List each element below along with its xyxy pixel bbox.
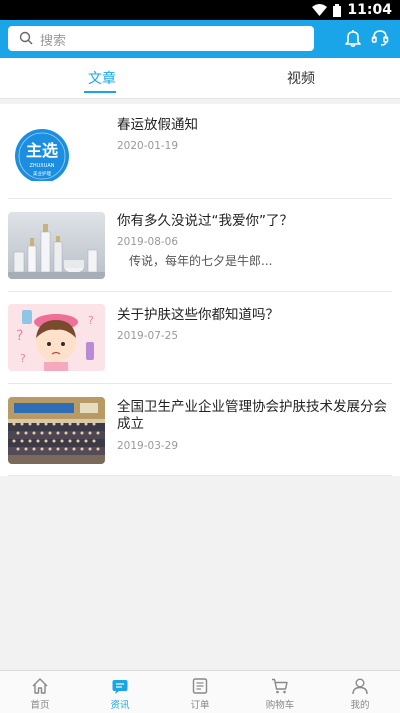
article-title: 关于护肤这些你都知道吗？ (117, 307, 279, 323)
article-title: 你有多久没说过“我爱你”了？ (117, 213, 293, 229)
nav-cart-label: 购物车 (265, 700, 295, 711)
logo-subtext: ZHUXUAN (29, 163, 54, 169)
tab-videos[interactable]: 视频 (287, 68, 315, 88)
tab-articles[interactable]: 文章 (88, 68, 116, 88)
svg-text:?: ? (16, 328, 23, 344)
article-list: 主选 ZHUXUAN 美业护理 春运放假通知 2020-01-19 你有多久没说… (0, 104, 400, 476)
nav-profile[interactable]: 我的 (320, 671, 400, 713)
nav-orders-label: 订单 (190, 700, 210, 711)
list-item[interactable]: 主选 ZHUXUAN 美业护理 春运放假通知 2020-01-19 (0, 104, 400, 199)
divider (8, 475, 392, 476)
article-title: 全国卫生产业企业管理协会护肤技术发展分会成立 (117, 399, 387, 432)
nav-orders[interactable]: 订单 (160, 671, 240, 713)
group-photo-image (8, 397, 105, 464)
search-input[interactable]: 搜索 (8, 26, 314, 51)
user-icon (352, 678, 368, 695)
wifi-icon (312, 4, 328, 16)
status-time: 11:04 (347, 2, 392, 18)
list-item[interactable]: 全国卫生产业企业管理协会护肤技术发展分会成立 2019-03-29 (0, 384, 400, 476)
nav-profile-label: 我的 (350, 700, 370, 711)
logo-text: 主选 (26, 141, 58, 160)
active-tab-indicator (84, 91, 116, 93)
article-summary: 传说，每年的七夕是牛郎... (129, 254, 273, 268)
logo-foot-text: 美业护理 (33, 170, 51, 177)
svg-text:?: ? (88, 314, 94, 327)
article-title: 春运放假通知 (117, 117, 198, 133)
nav-home[interactable]: 首页 (0, 671, 80, 713)
nav-news[interactable]: 资讯 (80, 671, 160, 713)
article-thumbnail: 主选 ZHUXUAN 美业护理 (8, 114, 105, 181)
status-icons: 11:04 (312, 2, 392, 18)
svg-text:?: ? (20, 352, 26, 365)
nav-cart[interactable]: 购物车 (240, 671, 320, 713)
article-thumbnail (8, 212, 105, 279)
nav-news-label: 资讯 (110, 700, 130, 711)
article-date: 2019-03-29 (117, 440, 179, 452)
search-placeholder: 搜索 (40, 34, 67, 49)
order-icon (192, 678, 208, 694)
bottom-navigation: 首页 资讯 订单 购物车 我的 (0, 670, 400, 713)
article-date: 2019-08-06 (117, 236, 179, 248)
nav-home-label: 首页 (30, 700, 50, 711)
article-thumbnail: ? ? ? (8, 304, 105, 371)
skincare-cartoon-image: ? ? ? (8, 304, 105, 371)
zhuxuan-logo: 主选 ZHUXUAN 美业护理 (15, 129, 69, 181)
list-item[interactable]: ? ? ? 关于护肤这些你都知道吗？ 2019-07-25 (0, 292, 400, 384)
home-icon (32, 678, 48, 694)
list-item[interactable]: 你有多久没说过“我爱你”了？ 2019-08-06 传说，每年的七夕是牛郎... (0, 199, 400, 292)
cart-icon (272, 678, 288, 694)
status-bar: 11:04 (0, 0, 400, 20)
battery-icon (333, 3, 342, 17)
article-date: 2020-01-19 (117, 140, 179, 152)
customer-service-icon[interactable] (371, 29, 389, 47)
header: 搜索 (0, 20, 400, 58)
article-thumbnail (8, 397, 105, 464)
bell-icon[interactable] (345, 29, 361, 47)
news-icon (112, 680, 128, 694)
search-icon (19, 31, 33, 45)
cosmetics-image (8, 212, 105, 279)
content-tabs: 文章 视频 (0, 58, 400, 99)
article-date: 2019-07-25 (117, 330, 179, 342)
